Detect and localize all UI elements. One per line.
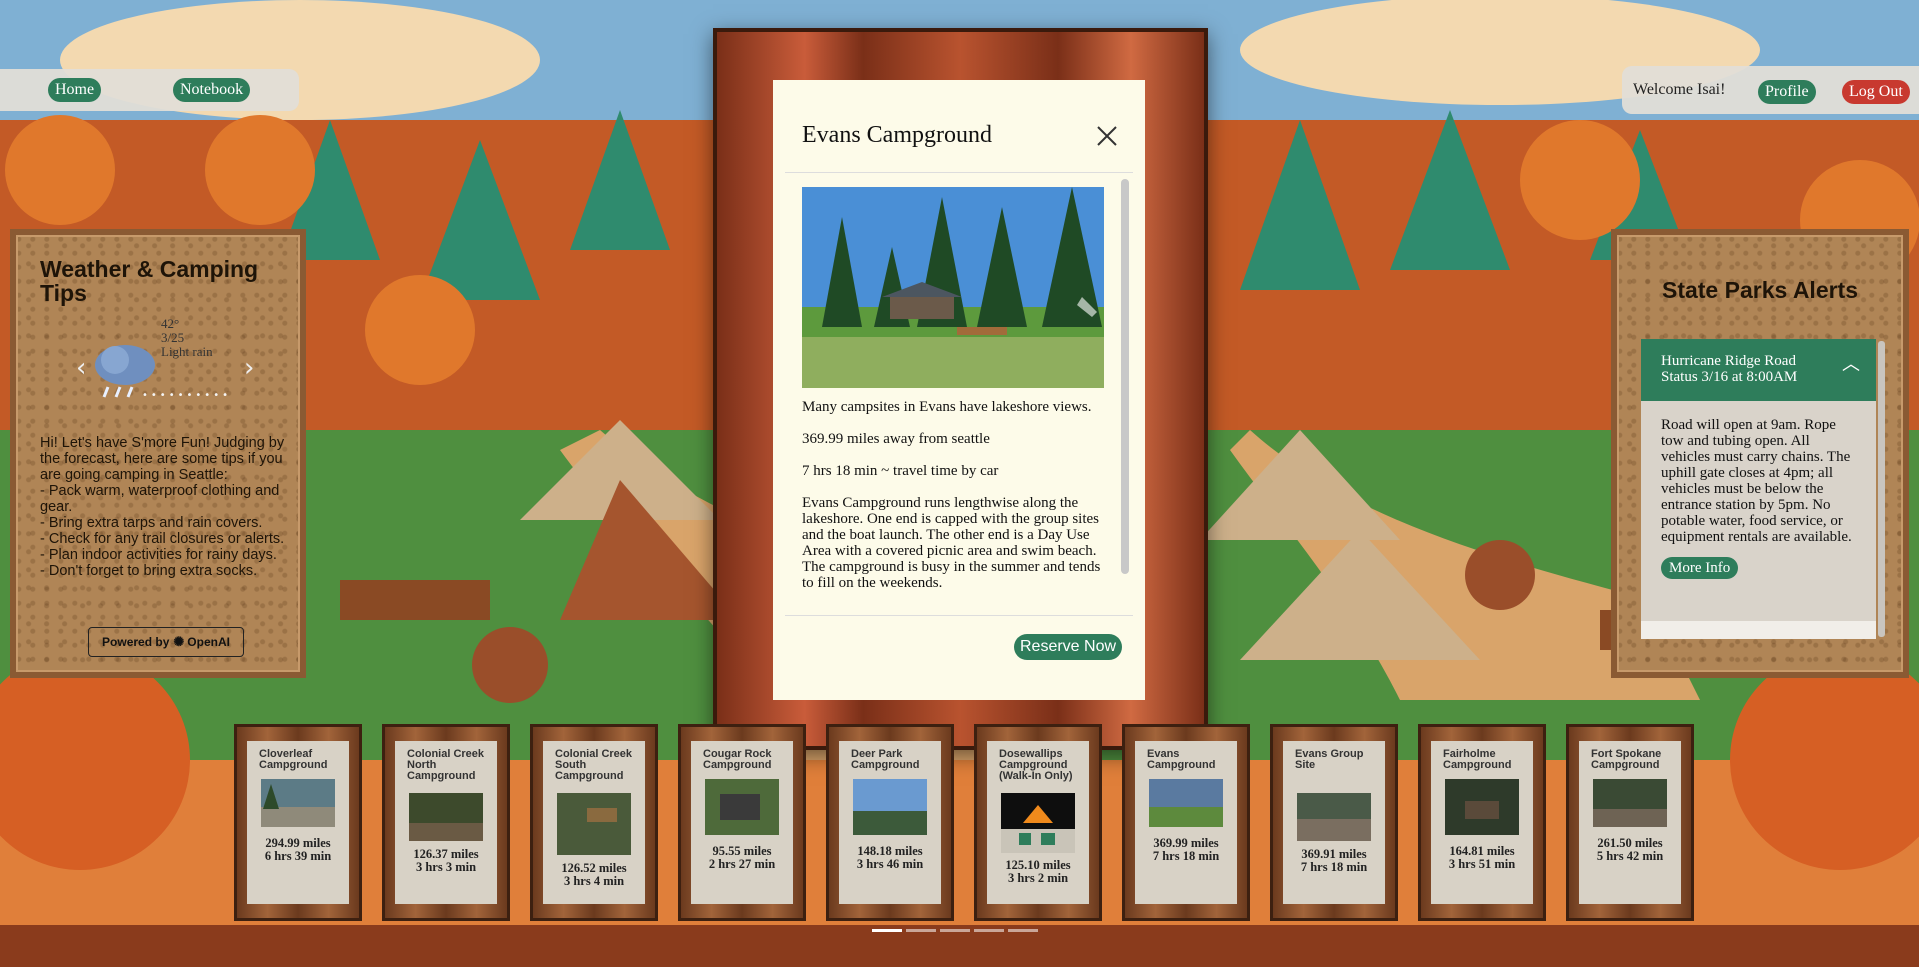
- tip-line: - Don't forget to bring extra socks.: [40, 563, 258, 579]
- powered-by-label: Powered by: [102, 635, 170, 649]
- openai-brand: OpenAI: [187, 635, 230, 649]
- powered-by-openai[interactable]: Powered by ✺ OpenAI: [88, 627, 244, 657]
- campground-card[interactable]: Deer Park Campground 148.18 miles 3 hrs 4…: [826, 724, 954, 921]
- tip-line: - Plan indoor activities for rainy days.: [40, 547, 277, 563]
- chevron-up-icon[interactable]: ︿: [1842, 356, 1860, 374]
- campground-card[interactable]: Fort Spokane Campground 261.50 miles 5 hr…: [1566, 724, 1694, 921]
- carousel-dot[interactable]: [906, 929, 936, 932]
- card-photo: [1445, 779, 1519, 835]
- card-time: 3 hrs 2 min: [1007, 871, 1069, 885]
- top-nav: [0, 69, 299, 111]
- campground-card[interactable]: Colonial Creek South Campground 126.52 m…: [530, 724, 658, 921]
- campground-photo: [802, 187, 1104, 388]
- carousel-dot[interactable]: [974, 929, 1004, 932]
- card-time: 3 hrs 4 min: [563, 874, 625, 888]
- modal-summary: Many campsites in Evans have lakeshore v…: [802, 399, 1092, 415]
- tip-line: - Bring extra tarps and rain covers.: [40, 515, 263, 531]
- card-photo: [1149, 779, 1223, 827]
- alert-text: Road will open at 9am. Rope tow and tubi…: [1661, 417, 1852, 545]
- card-name: Fort Spokane Campground: [1591, 748, 1662, 771]
- weather-prev-arrow[interactable]: ‹: [76, 353, 86, 383]
- carousel-dot[interactable]: [872, 929, 902, 932]
- campground-card[interactable]: Dosewallips Campground (Walk-In Only) 12…: [974, 724, 1102, 921]
- close-icon[interactable]: [1095, 124, 1119, 148]
- card-name: Deer Park Campground: [851, 748, 920, 771]
- carousel-dots[interactable]: [872, 929, 1038, 932]
- campground-card[interactable]: Evans Campground 369.99 miles 7 hrs 18 mi…: [1122, 724, 1250, 921]
- card-time: 7 hrs 18 min: [1300, 860, 1368, 874]
- card-time: 3 hrs 46 min: [856, 857, 924, 871]
- card-time: 3 hrs 51 min: [1448, 857, 1516, 871]
- weather-dots[interactable]: ••••••••••: [142, 390, 231, 401]
- weather-condition: Light rain: [161, 344, 213, 359]
- campground-card[interactable]: Cloverleaf Campground 294.99 miles 6 hrs …: [234, 724, 362, 921]
- home-button[interactable]: Home: [48, 78, 102, 102]
- camping-tips: Hi! Let's have S'more Fun! Judging by th…: [40, 435, 290, 579]
- carousel-dot[interactable]: [1008, 929, 1038, 932]
- modal-scrollbar[interactable]: [1121, 179, 1129, 574]
- tip-line: Hi! Let's have S'more Fun! Judging by th…: [40, 435, 285, 483]
- alert-title: Hurricane Ridge Road Status 3/16 at 8:00…: [1661, 353, 1798, 385]
- alert-body: Road will open at 9am. Rope tow and tubi…: [1641, 401, 1876, 621]
- openai-logo-icon: ✺: [173, 634, 185, 649]
- card-time: 6 hrs 39 min: [264, 849, 332, 863]
- card-name: Fairholme Campground: [1443, 748, 1512, 771]
- campground-card[interactable]: Fairholme Campground 164.81 miles 3 hrs 5…: [1418, 724, 1546, 921]
- modal-description: Evans Campground runs lengthwise along t…: [802, 495, 1101, 591]
- alerts-scrollbar[interactable]: [1878, 341, 1885, 637]
- tip-line: - Pack warm, waterproof clothing and gea…: [40, 483, 280, 515]
- card-photo: [1297, 793, 1371, 841]
- more-info-button[interactable]: More Info: [1661, 557, 1739, 579]
- card-photo: [261, 779, 335, 827]
- logout-button[interactable]: Log Out: [1842, 80, 1910, 104]
- card-photo: [1001, 793, 1075, 853]
- modal-distance: 369.99 miles away from seattle: [802, 431, 990, 447]
- card-time: 2 hrs 27 min: [708, 857, 776, 871]
- weather-date: 3/25: [161, 330, 185, 345]
- card-time: 7 hrs 18 min: [1152, 849, 1220, 863]
- card-name: Evans Group Site: [1295, 748, 1364, 771]
- notebook-button[interactable]: Notebook: [173, 78, 251, 102]
- welcome-text: Welcome Isai!: [1633, 81, 1726, 98]
- card-photo: [557, 793, 631, 855]
- card-photo: [705, 779, 779, 835]
- modal-travel-time: 7 hrs 18 min ~ travel time by car: [802, 463, 999, 479]
- campground-card[interactable]: Cougar Rock Campground 95.55 miles 2 hrs …: [678, 724, 806, 921]
- card-name: Cloverleaf Campground: [259, 748, 328, 771]
- campground-modal: Evans Campground Many campsites in Evans…: [773, 80, 1145, 700]
- card-name: Evans Campground: [1147, 748, 1216, 771]
- card-time: 3 hrs 3 min: [415, 860, 477, 874]
- alert-header[interactable]: Hurricane Ridge Road Status 3/16 at 8:00…: [1641, 339, 1876, 401]
- weather-title: Weather & Camping Tips: [40, 256, 259, 306]
- carousel-dot[interactable]: [940, 929, 970, 932]
- alerts-title: State Parks Alerts: [1661, 277, 1859, 303]
- card-name: Dosewallips Campground (Walk-In Only): [999, 748, 1073, 782]
- reserve-now-button[interactable]: Reserve Now: [1014, 634, 1123, 660]
- card-time: 5 hrs 42 min: [1596, 849, 1664, 863]
- card-name: Cougar Rock Campground: [703, 748, 772, 771]
- profile-button[interactable]: Profile: [1758, 80, 1816, 104]
- modal-title: Evans Campground: [802, 122, 992, 148]
- tip-line: - Check for any trail closures or alerts…: [40, 531, 285, 547]
- campground-card[interactable]: Evans Group Site 369.91 miles 7 hrs 18 mi…: [1270, 724, 1398, 921]
- alerts-panel: State Parks Alerts Hurricane Ridge Road …: [1611, 229, 1909, 678]
- card-photo: [409, 793, 483, 841]
- weather-next-arrow[interactable]: ›: [244, 353, 254, 383]
- campground-card[interactable]: Colonial Creek North Campground 126.37 m…: [382, 724, 510, 921]
- alert-item: Hurricane Ridge Road Status 3/16 at 8:00…: [1641, 339, 1876, 639]
- card-name: Colonial Creek South Campground: [555, 748, 633, 782]
- card-photo: [1593, 779, 1667, 827]
- card-photo: [853, 779, 927, 835]
- card-name: Colonial Creek North Campground: [407, 748, 485, 782]
- weather-temp: 42°: [161, 316, 180, 331]
- weather-panel: Weather & Camping Tips ‹ › 42° 3/25 Ligh…: [10, 229, 306, 678]
- modal-content[interactable]: Many campsites in Evans have lakeshore v…: [785, 172, 1133, 616]
